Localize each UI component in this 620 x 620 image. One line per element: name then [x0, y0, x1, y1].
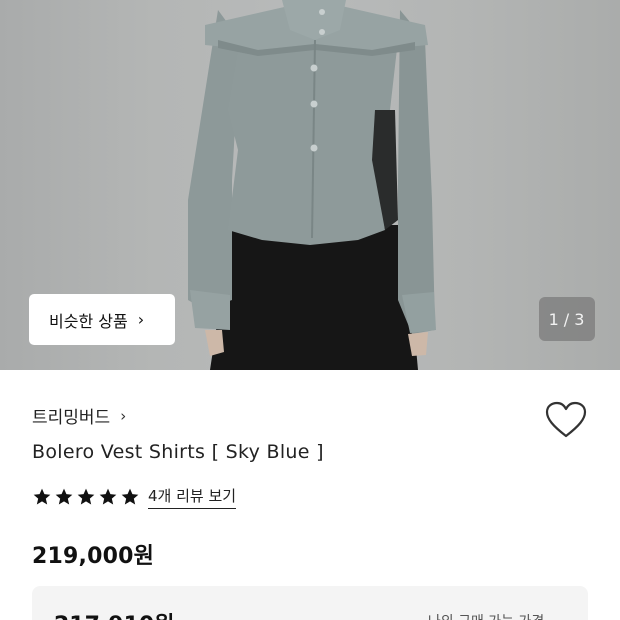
wishlist-heart-icon[interactable]: [545, 401, 587, 439]
my-price-link-label: 나의 구매 가능 가격: [428, 611, 544, 620]
view-reviews-link[interactable]: 4개 리뷰 보기: [148, 485, 237, 509]
star-icon: [33, 488, 51, 505]
page-total: 3: [574, 309, 586, 329]
star-icon: [121, 488, 139, 505]
my-price-value: 217,910원: [54, 607, 174, 620]
star-icon: [77, 488, 95, 505]
star-rating: [32, 487, 140, 507]
brand-link[interactable]: 트리밍버드 ›: [32, 403, 127, 429]
star-icon: [55, 488, 73, 505]
page-current: 1: [548, 309, 560, 329]
image-page-indicator: 1 / 3: [539, 297, 595, 341]
page-separator: /: [563, 309, 571, 329]
chevron-down-icon: ⌄: [552, 613, 564, 620]
brand-name: 트리밍버드: [32, 408, 111, 428]
rating-row: 4개 리뷰 보기: [32, 484, 237, 510]
product-price: 219,000원: [32, 544, 155, 569]
similar-products-label: 비슷한 상품: [49, 311, 128, 331]
similar-products-button[interactable]: 비슷한 상품 ›: [29, 294, 175, 345]
my-price-panel: 217,910원 나의 구매 가능 가격 ⌄: [32, 586, 588, 620]
star-icon: [99, 488, 117, 505]
product-title: Bolero Vest Shirts [ Sky Blue ]: [32, 441, 324, 463]
product-image-carousel[interactable]: 비슷한 상품 › 1 / 3: [0, 0, 620, 370]
chevron-right-icon: ›: [137, 310, 145, 329]
my-price-link[interactable]: 나의 구매 가능 가격 ⌄: [428, 611, 564, 620]
chevron-right-icon: ›: [120, 406, 127, 425]
